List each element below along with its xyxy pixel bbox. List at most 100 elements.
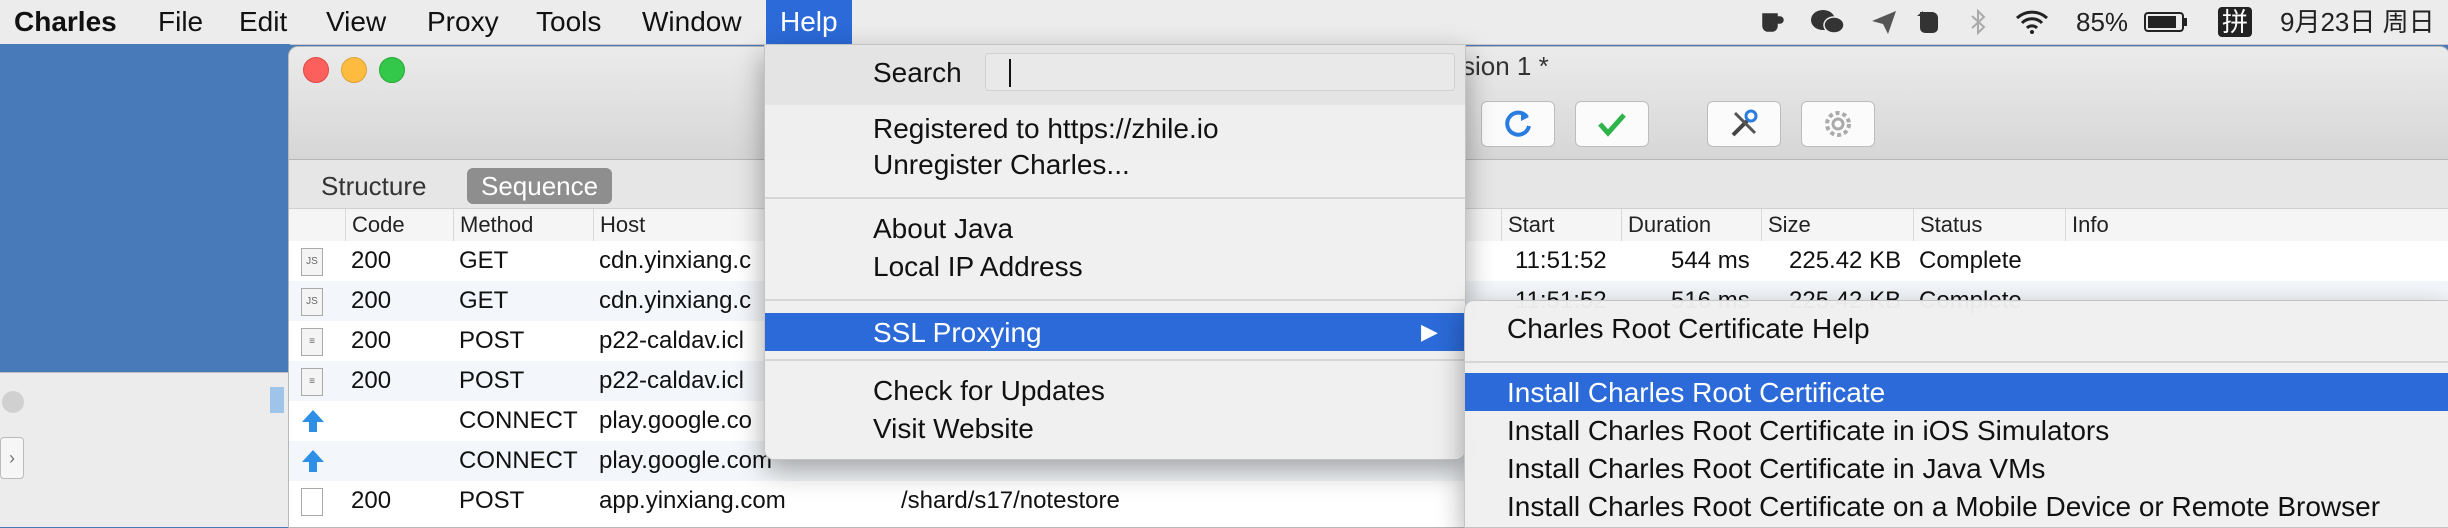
refresh-button[interactable] [1481,101,1555,147]
send-icon[interactable] [1870,8,1898,36]
column-size[interactable]: Size [1761,209,1811,241]
help-search-label: Search [873,57,962,88]
cell-start: 11:51:52 [1515,247,1607,274]
column-status[interactable]: Status [1913,209,1982,241]
evernote-icon[interactable] [1914,8,1942,36]
submenu-arrow-icon: ▶ [1421,319,1438,344]
submenu-item-install-ios[interactable]: Install Charles Root Certificate in iOS … [1507,415,2109,447]
cell-method: GET [459,247,509,274]
install-root-cert-label: Install Charles Root Certificate [1507,377,1886,408]
tab-sequence[interactable]: Sequence [467,168,613,204]
doc-file-icon: ≡ [301,328,323,356]
column-code[interactable]: Code [345,209,405,241]
cell-method: CONNECT [459,447,578,474]
cup-icon[interactable] [1758,8,1786,36]
cell-duration: 544 ms [1671,247,1750,274]
menu-item-local-ip[interactable]: Local IP Address [873,251,1083,283]
menu-view[interactable]: View [312,0,400,44]
menu-item-check-updates[interactable]: Check for Updates [873,375,1105,407]
menu-item-registered[interactable]: Registered to https://zhile.io [873,113,1219,145]
column-host[interactable]: Host [593,209,645,241]
background-window: › [0,372,290,527]
battery-icon[interactable] [2144,8,2190,36]
menu-separator [765,197,1465,199]
menu-separator [765,299,1465,301]
help-menu-dropdown: Search Registered to https://zhile.io Un… [764,44,1466,460]
menu-item-unregister[interactable]: Unregister Charles... [873,149,1130,181]
menu-help[interactable]: Help [766,0,852,44]
battery-percent: 85% [2076,7,2129,37]
column-start[interactable]: Start [1501,209,1554,241]
cell-method: POST [459,367,525,394]
blank-file-icon [301,488,323,516]
settings-icon [1825,111,1851,137]
menu-tools[interactable]: Tools [522,0,615,44]
submenu-item-install-mobile[interactable]: Install Charles Root Certificate on a Mo… [1507,491,2380,523]
cell-code: 200 [351,367,392,394]
ssl-proxying-label: SSL Proxying [873,317,1042,348]
maximize-window-icon[interactable] [379,57,405,83]
ssl-proxying-submenu: Charles Root Certificate Help Install Ch… [1464,300,2448,528]
column-duration[interactable]: Duration [1621,209,1711,241]
wifi-icon[interactable] [2014,8,2050,36]
menu-item-about-java[interactable]: About Java [873,213,1013,245]
cell-status: Complete [1919,247,2022,274]
help-search-input[interactable] [985,53,1455,91]
clock-date[interactable]: 9月23日 周日 [2280,0,2435,44]
text-cursor [1009,59,1011,87]
doc-file-icon: ≡ [301,368,323,396]
check-icon [1598,113,1626,137]
refresh-icon [1505,110,1531,137]
cell-size: 225.42 KB [1789,247,1902,274]
menu-separator [1465,361,2448,363]
cell-host: cdn.yinxiang.c [599,287,752,314]
column-method[interactable]: Method [453,209,533,241]
upload-arrow-icon [302,410,324,432]
tools-button[interactable] [1707,101,1781,147]
cell-code: 200 [351,327,392,354]
menu-window[interactable]: Window [628,0,756,44]
menu-proxy[interactable]: Proxy [413,0,513,44]
menu-item-visit-website[interactable]: Visit Website [873,413,1034,445]
cell-host: p22-caldav.icl [599,327,744,354]
cell-host: play.google.com [599,447,772,474]
settings-button[interactable] [1801,101,1875,147]
cell-method: POST [459,327,525,354]
submenu-item-install-java[interactable]: Install Charles Root Certificate in Java… [1507,453,2045,485]
minimize-window-icon[interactable] [341,57,367,83]
submenu-item-install-root-cert[interactable]: Install Charles Root Certificate [1465,373,2448,411]
app-menu-charles[interactable]: Charles [0,0,131,44]
chevron-right-icon[interactable]: › [0,437,24,479]
submenu-item-root-cert-help[interactable]: Charles Root Certificate Help [1507,313,1870,345]
selection-fragment [270,387,284,413]
menu-edit[interactable]: Edit [225,0,301,44]
cell-code: 200 [351,247,392,274]
help-search-row: Search [765,45,1465,105]
cell-host: app.yinxiang.com [599,487,786,514]
wechat-icon[interactable] [1810,8,1846,36]
cell-method: GET [459,287,509,314]
menu-separator [765,359,1465,361]
tools-icon [1731,109,1758,137]
cell-method: POST [459,487,525,514]
tab-structure[interactable]: Structure [307,168,441,204]
upload-arrow-icon [302,450,324,472]
cell-path: /shard/s17/notestore [901,487,1120,514]
cell-host: cdn.yinxiang.c [599,247,752,274]
menu-bar: Charles File Edit View Proxy Tools Windo… [0,0,2448,45]
input-method-indicator[interactable]: 拼 [2218,7,2253,37]
js-file-icon: JS [301,248,323,276]
menu-file[interactable]: File [144,0,217,44]
menu-item-ssl-proxying[interactable]: SSL Proxying ▶ [765,313,1465,351]
cell-method: CONNECT [459,407,578,434]
validate-button[interactable] [1575,101,1649,147]
cell-code: 200 [351,287,392,314]
bluetooth-icon[interactable] [1964,8,1992,36]
cell-host: play.google.co [599,407,752,434]
close-window-icon[interactable] [303,57,329,83]
js-file-icon: JS [301,288,323,316]
cell-host: p22-caldav.icl [599,367,744,394]
column-info[interactable]: Info [2065,209,2109,241]
cell-code: 200 [351,487,392,514]
window-control-icon[interactable] [2,391,24,413]
